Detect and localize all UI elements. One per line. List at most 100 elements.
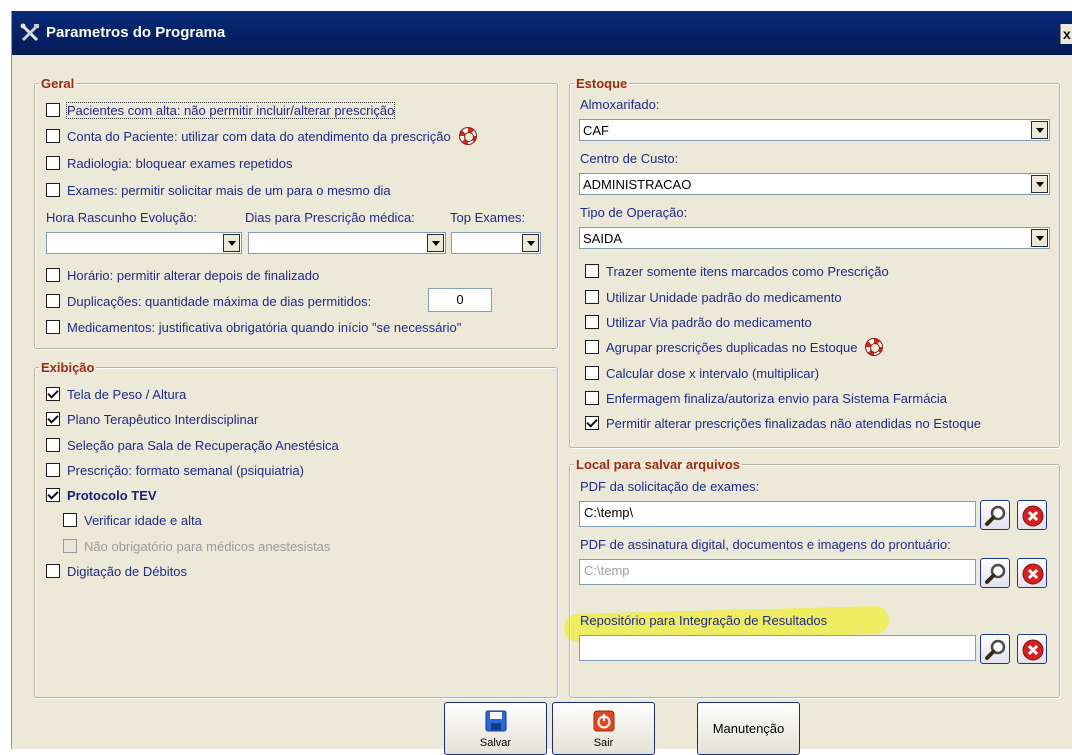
sair-label: Sair bbox=[593, 737, 614, 749]
check-digitacao-debitos[interactable]: Digitação de Débitos bbox=[46, 561, 187, 581]
almoxarifado-select[interactable]: CAF bbox=[579, 119, 1050, 141]
repositorio-input[interactable] bbox=[579, 635, 976, 661]
checkbox-checked[interactable] bbox=[585, 416, 599, 430]
check-label: Utilizar Via padrão do medicamento bbox=[606, 314, 812, 330]
group-exibicao-legend: Exibição bbox=[41, 360, 95, 375]
check-label: Exames: permitir solicitar mais de um pa… bbox=[67, 182, 391, 198]
check-peso-altura[interactable]: Tela de Peso / Altura bbox=[46, 384, 186, 404]
window-title: Parametros do Programa bbox=[46, 24, 226, 41]
chevron-down-icon[interactable] bbox=[427, 234, 444, 252]
pdf-assinatura-label: PDF de assinatura digital, documentos e … bbox=[580, 537, 951, 552]
almoxarifado-label: Almoxarifado: bbox=[580, 97, 660, 112]
check-label: Radiologia: bloquear exames repetidos bbox=[67, 155, 293, 171]
check-label: Conta do Paciente: utilizar com data do … bbox=[67, 128, 451, 144]
check-duplicacoes[interactable]: Duplicações: quantidade máxima de dias p… bbox=[46, 291, 371, 311]
check-radiologia[interactable]: Radiologia: bloquear exames repetidos bbox=[46, 153, 292, 173]
pdf-exames-clear-button[interactable] bbox=[1017, 500, 1047, 530]
pdf-assinatura-search-button[interactable] bbox=[980, 558, 1010, 588]
checkbox-disabled bbox=[63, 539, 77, 553]
check-label: Horário: permitir alterar depois de fina… bbox=[67, 267, 320, 283]
check-label: Pacientes com alta: não permitir incluir… bbox=[65, 101, 396, 119]
lifering-icon[interactable] bbox=[865, 338, 884, 356]
checkbox[interactable] bbox=[585, 315, 599, 329]
check-agrupar-duplicadas[interactable]: Agrupar prescrições duplicadas no Estoqu… bbox=[585, 337, 884, 357]
check-label: Medicamentos: justificativa obrigatória … bbox=[67, 319, 462, 335]
checkbox[interactable] bbox=[46, 103, 60, 117]
check-permitir-alterar[interactable]: Permitir alterar prescrições finalizadas… bbox=[585, 413, 981, 433]
sair-button[interactable]: Sair bbox=[552, 702, 655, 755]
repositorio-search-button[interactable] bbox=[980, 634, 1010, 664]
checkbox[interactable] bbox=[46, 156, 60, 170]
checkbox[interactable] bbox=[46, 183, 60, 197]
check-label: Digitação de Débitos bbox=[67, 563, 187, 579]
close-button[interactable]: x bbox=[1060, 24, 1072, 44]
checkbox[interactable] bbox=[46, 463, 60, 477]
combo-value: CAF bbox=[583, 123, 609, 138]
group-local-legend: Local para salvar arquivos bbox=[576, 457, 741, 472]
checkbox[interactable] bbox=[63, 513, 77, 527]
checkbox[interactable] bbox=[46, 294, 60, 308]
checkbox-checked[interactable] bbox=[46, 488, 60, 502]
check-enfermagem-finaliza[interactable]: Enfermagem finaliza/autoriza envio para … bbox=[585, 388, 947, 408]
chevron-down-icon[interactable] bbox=[1031, 121, 1048, 139]
check-exames[interactable]: Exames: permitir solicitar mais de um pa… bbox=[46, 180, 391, 200]
checkbox[interactable] bbox=[585, 340, 599, 354]
chevron-down-icon[interactable] bbox=[522, 234, 539, 252]
check-label: Permitir alterar prescrições finalizadas… bbox=[606, 415, 982, 431]
checkbox[interactable] bbox=[46, 438, 60, 452]
check-plano-terapeutico[interactable]: Plano Terapêutico Interdisciplinar bbox=[46, 409, 258, 429]
lifering-icon[interactable] bbox=[458, 127, 477, 145]
chevron-down-icon[interactable] bbox=[1031, 175, 1048, 193]
check-trazer-itens[interactable]: Trazer somente itens marcados como Presc… bbox=[585, 261, 889, 281]
pdf-exames-input[interactable]: C:\temp\ bbox=[579, 501, 976, 527]
checkbox[interactable] bbox=[46, 564, 60, 578]
repositorio-clear-button[interactable] bbox=[1017, 634, 1047, 664]
check-via-padrao[interactable]: Utilizar Via padrão do medicamento bbox=[585, 312, 812, 332]
check-prescricao-semanal[interactable]: Prescrição: formato semanal (psiquiatria… bbox=[46, 460, 304, 480]
check-label: Seleção para Sala de Recuperação Anestés… bbox=[67, 437, 339, 453]
chevron-down-icon[interactable] bbox=[1031, 229, 1048, 247]
check-protocolo-tev[interactable]: Protocolo TEV bbox=[46, 485, 157, 505]
check-label: Tela de Peso / Altura bbox=[67, 386, 187, 402]
checkbox-checked[interactable] bbox=[46, 387, 60, 401]
pdf-assinatura-input[interactable]: C:\temp bbox=[579, 559, 976, 585]
check-pacientes-alta[interactable]: Pacientes com alta: não permitir incluir… bbox=[46, 100, 396, 120]
checkbox[interactable] bbox=[585, 264, 599, 278]
power-icon bbox=[593, 710, 614, 732]
checkbox-checked[interactable] bbox=[46, 412, 60, 426]
check-sala-recuperacao[interactable]: Seleção para Sala de Recuperação Anestés… bbox=[46, 435, 339, 455]
centro-custo-select[interactable]: ADMINISTRACAO bbox=[579, 173, 1050, 195]
checkbox[interactable] bbox=[46, 129, 60, 143]
check-calcular-dose[interactable]: Calcular dose x intervalo (multiplicar) bbox=[585, 363, 819, 383]
check-horario[interactable]: Horário: permitir alterar depois de fina… bbox=[46, 265, 319, 285]
dias-prescricao-select[interactable] bbox=[248, 232, 446, 254]
top-exames-label: Top Exames: bbox=[450, 210, 526, 225]
pdf-exames-search-button[interactable] bbox=[980, 500, 1010, 530]
chevron-down-icon[interactable] bbox=[223, 234, 240, 252]
check-medicamentos[interactable]: Medicamentos: justificativa obrigatória … bbox=[46, 317, 461, 337]
check-label: Verificar idade e alta bbox=[84, 512, 202, 528]
duplicacoes-dias-input[interactable]: 0 bbox=[428, 288, 492, 312]
tipo-operacao-select[interactable]: SAIDA bbox=[579, 227, 1050, 249]
title-bar[interactable]: Parametros do Programa x bbox=[12, 11, 1072, 55]
check-conta-paciente[interactable]: Conta do Paciente: utilizar com data do … bbox=[46, 126, 477, 146]
dialog-body: Geral Pacientes com alta: não permitir i… bbox=[12, 55, 1072, 755]
top-exames-select[interactable] bbox=[451, 232, 541, 254]
salvar-label: Salvar bbox=[479, 737, 512, 749]
checkbox[interactable] bbox=[585, 290, 599, 304]
checkbox[interactable] bbox=[585, 366, 599, 380]
hora-rascunho-select[interactable] bbox=[46, 232, 242, 254]
salvar-button[interactable]: Salvar bbox=[444, 702, 547, 755]
checkbox[interactable] bbox=[585, 391, 599, 405]
checkbox[interactable] bbox=[46, 268, 60, 282]
check-label: Plano Terapêutico Interdisciplinar bbox=[67, 411, 259, 427]
checkbox[interactable] bbox=[46, 320, 60, 334]
combo-value: SAIDA bbox=[583, 231, 623, 246]
pdf-exames-label: PDF da solicitação de exames: bbox=[580, 479, 760, 494]
manutencao-button[interactable]: Manutenção bbox=[697, 702, 800, 755]
pdf-assinatura-clear-button[interactable] bbox=[1017, 558, 1047, 588]
check-label: Prescrição: formato semanal (psiquiatria… bbox=[67, 462, 304, 478]
check-label: Protocolo TEV bbox=[67, 487, 157, 503]
check-unidade-padrao[interactable]: Utilizar Unidade padrão do medicamento bbox=[585, 287, 842, 307]
check-verificar-idade[interactable]: Verificar idade e alta bbox=[63, 510, 202, 530]
